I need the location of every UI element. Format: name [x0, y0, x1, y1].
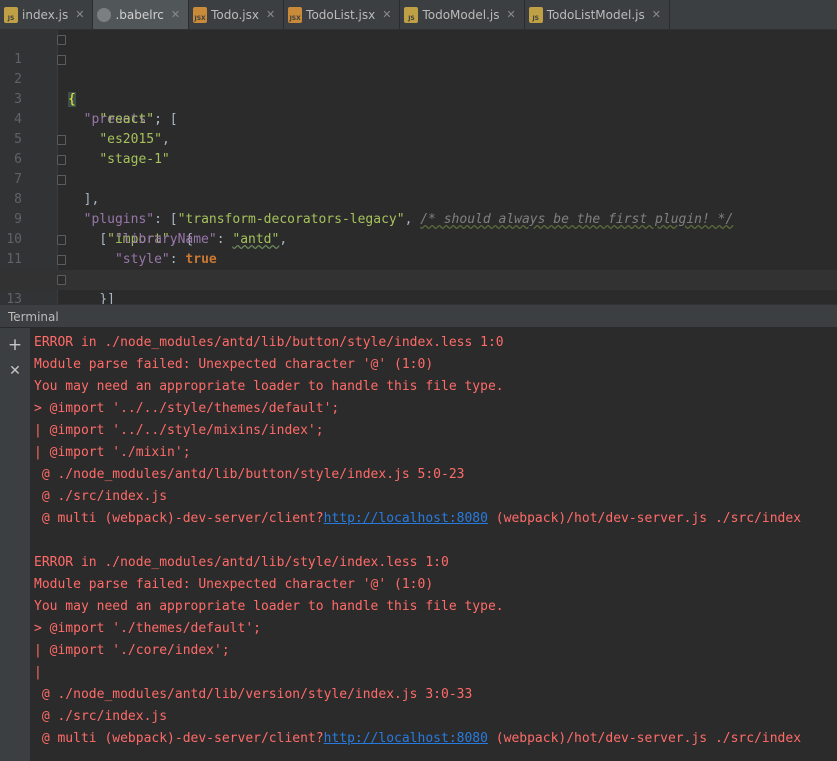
terminal-line: @ multi (webpack)-dev-server/client?http… [34, 508, 801, 530]
terminal-line: You may need an appropriate loader to ha… [34, 379, 504, 394]
code-line-13[interactable]: 13 } [0, 270, 837, 347]
code-line-2[interactable]: 2 "presets": [ [0, 50, 837, 127]
editor-tab-bar: JS index.js ✕ .babelrc ✕ JSX Todo.jsx ✕ … [0, 0, 837, 30]
fold-marker-icon[interactable] [57, 175, 66, 185]
tab-babelrc[interactable]: .babelrc ✕ [93, 0, 190, 29]
terminal-line: | [34, 665, 42, 680]
new-session-plus-icon[interactable]: + [6, 336, 24, 354]
close-icon[interactable]: ✕ [266, 8, 275, 21]
terminal-line: ERROR in ./node_modules/antd/lib/style/i… [34, 555, 449, 570]
code-line-6[interactable]: 6 ], [0, 130, 837, 207]
tab-todolistmodel-js[interactable]: JS TodoListModel.js ✕ [525, 0, 670, 29]
terminal-line: @ multi (webpack)-dev-server/client?http… [34, 728, 801, 750]
terminal-line: You may need an appropriate loader to ha… [34, 599, 504, 614]
jsx-file-icon: JSX [288, 6, 303, 23]
tab-todomodel-js[interactable]: JS TodoModel.js ✕ [400, 0, 525, 29]
javascript-file-icon: JS [4, 6, 18, 23]
terminal-title: Terminal [8, 310, 59, 324]
javascript-file-icon: JS [528, 6, 543, 23]
code-editor[interactable]: 1 { 2 "presets": [ 3 "react", 4 "es2015"… [0, 30, 837, 347]
terminal-text: (webpack)/hot/dev-server.js ./src/index [487, 511, 802, 526]
tab-label: TodoListModel.js [546, 7, 645, 22]
fold-marker-icon[interactable] [57, 135, 66, 145]
close-session-icon[interactable]: ✕ [6, 362, 24, 380]
localhost-link[interactable]: http://localhost:8080 [324, 731, 488, 746]
tab-label: index.js [22, 7, 69, 22]
terminal-output[interactable]: ERROR in ./node_modules/antd/lib/button/… [30, 328, 837, 761]
code-line-11[interactable]: 11 }] [0, 230, 837, 307]
fold-marker-icon[interactable] [57, 55, 66, 65]
jsx-file-icon: JSX [193, 6, 208, 23]
tab-index-js[interactable]: JS index.js ✕ [0, 0, 94, 29]
code-line-3[interactable]: 3 "react", [0, 70, 837, 127]
code-line-9[interactable]: 9 "libraryName": "antd", [0, 190, 837, 247]
terminal-text: (webpack)/hot/dev-server.js ./src/index [487, 731, 802, 746]
code-line-12[interactable]: 12 ] [0, 250, 837, 327]
terminal-line: ERROR in ./node_modules/antd/lib/button/… [34, 335, 504, 350]
localhost-link[interactable]: http://localhost:8080 [324, 511, 488, 526]
fold-marker-icon[interactable] [57, 255, 66, 265]
terminal-line: | @import './mixin'; [34, 445, 191, 460]
close-icon[interactable]: ✕ [652, 8, 661, 21]
javascript-file-icon: JS [404, 6, 419, 23]
terminal-line: @ ./node_modules/antd/lib/version/style/… [34, 687, 473, 702]
terminal-line: @ ./src/index.js [34, 709, 168, 724]
terminal-line: Module parse failed: Unexpected characte… [34, 357, 434, 372]
terminal-text: @ multi (webpack)-dev-server/client? [34, 511, 324, 526]
terminal-line: @ ./src/index.js [34, 489, 168, 504]
tab-label: Todo.jsx [211, 7, 259, 22]
close-icon[interactable]: ✕ [171, 8, 180, 21]
terminal-header: Terminal [0, 304, 837, 328]
fold-marker-icon[interactable] [57, 275, 66, 285]
terminal-line: Module parse failed: Unexpected characte… [34, 577, 434, 592]
code-line-8[interactable]: 8 ["import", { [0, 170, 837, 247]
terminal-line: | @import '../../style/mixins/index'; [34, 423, 324, 438]
close-icon[interactable]: ✕ [75, 8, 84, 21]
fold-marker-icon[interactable] [57, 235, 66, 245]
terminal-line: | @import './core/index'; [34, 643, 230, 658]
terminal-text: @ multi (webpack)-dev-server/client? [34, 731, 324, 746]
terminal-toolbar: + ✕ [0, 328, 30, 761]
terminal-line: > @import '../../style/themes/default'; [34, 401, 340, 416]
close-icon[interactable]: ✕ [382, 8, 391, 21]
code-line-5[interactable]: 5 "stage-1" [0, 110, 837, 167]
tab-label: TodoModel.js [422, 7, 500, 22]
config-file-icon [97, 7, 112, 22]
terminal-line: > @import './themes/default'; [34, 621, 261, 636]
code-line-7[interactable]: 7 "plugins": ["transform-decorators-lega… [0, 150, 837, 227]
code-line-4[interactable]: 4 "es2015", [0, 90, 837, 147]
fold-marker-icon[interactable] [57, 155, 66, 165]
code-line-10[interactable]: 10 "style": true [0, 210, 837, 267]
fold-marker-icon[interactable] [57, 35, 66, 45]
terminal-line: @ ./node_modules/antd/lib/button/style/i… [34, 467, 465, 482]
code-line-1[interactable]: 1 { [0, 30, 837, 107]
tab-label: TodoList.jsx [306, 7, 376, 22]
tab-todolist-jsx[interactable]: JSX TodoList.jsx ✕ [284, 0, 401, 29]
tab-label: .babelrc [115, 7, 164, 22]
close-icon[interactable]: ✕ [507, 8, 516, 21]
tab-todo-jsx[interactable]: JSX Todo.jsx ✕ [189, 0, 285, 29]
